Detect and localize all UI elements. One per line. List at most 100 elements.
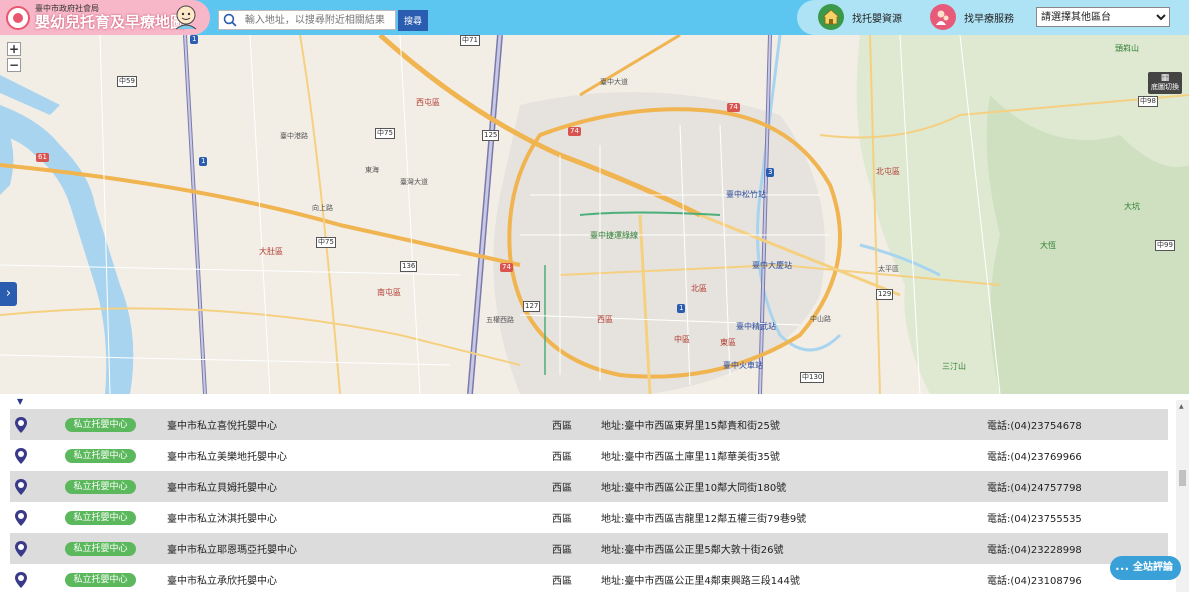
map-label-dakeng: 大坑 <box>1124 202 1140 211</box>
search-button[interactable]: 搜尋 <box>398 10 428 31</box>
center-name: 臺中市私立喜悅托嬰中心 <box>167 421 277 432</box>
early-intervention-link[interactable]: 找早療服務 <box>930 4 1014 30</box>
route-shield-icon: 1 <box>190 35 199 44</box>
center-name: 臺中市私立貝姆托嬰中心 <box>167 483 277 494</box>
map-label-taichung-blvd: 臺中大道 <box>600 78 628 86</box>
map-label-zhong: 中區 <box>674 335 690 344</box>
type-badge: 私立托嬰中心 <box>65 480 136 494</box>
sidebar-toggle-button[interactable]: › <box>0 282 17 306</box>
map-label-nantun: 南屯區 <box>377 288 401 297</box>
scroll-up-arrow-icon[interactable]: ▲ <box>1179 403 1184 410</box>
zoom-out-button[interactable]: − <box>7 58 21 72</box>
basemap-switch-button[interactable]: ▦ 底圖切換 <box>1148 72 1182 94</box>
type-badge: 私立托嬰中心 <box>65 542 136 556</box>
list-item[interactable]: 私立托嬰中心 臺中市私立承欣托嬰中心 西區 地址:臺中市西區公正里4鄰東興路三段… <box>10 564 1168 592</box>
mother-child-icon <box>930 4 956 30</box>
district: 西區 <box>552 483 572 494</box>
list-item[interactable]: 私立托嬰中心 臺中市私立美樂地托嬰中心 西區 地址:臺中市西區土庫里11鄰華美街… <box>10 440 1168 471</box>
type-badge: 私立托嬰中心 <box>65 418 136 432</box>
route-shield-icon: 74 <box>568 127 581 136</box>
layers-icon: ▦ <box>1160 73 1170 83</box>
early-intervention-label: 找早療服務 <box>964 13 1014 25</box>
phone: 電話:(04)24757798 <box>987 483 1082 494</box>
map-view[interactable]: + − › ▦ 底圖切換 西屯區 大肚區 南屯區 西區 北區 中區 東區 北屯區… <box>0 35 1189 394</box>
map-label-taiping: 太平區 <box>878 265 899 273</box>
search-icon <box>223 13 237 27</box>
location-pin-icon <box>15 541 27 557</box>
site-feedback-label: 全站評論 <box>1133 562 1173 573</box>
zoom-in-button[interactable]: + <box>7 42 21 56</box>
route-shield-icon: 中130 <box>800 372 825 383</box>
map-label-zhongshan-rd: 中山路 <box>810 315 831 323</box>
map-label-xi: 西區 <box>597 315 613 324</box>
map-label-dadu: 大肚區 <box>259 247 283 256</box>
map-label-taichung-port-rd: 臺中港路 <box>280 132 308 140</box>
route-shield-icon: 中98 <box>1138 96 1158 107</box>
list-item[interactable]: 私立托嬰中心 臺中市私立貝姆托嬰中心 西區 地址:臺中市西區公正里10鄰大同街1… <box>10 471 1168 502</box>
route-shield-icon: 61 <box>36 153 49 162</box>
list-item[interactable]: 私立托嬰中心 臺中市私立喜悅托嬰中心 西區 地址:臺中市西區東昇里15鄰貴和街2… <box>10 409 1168 440</box>
child-mascot-icon <box>175 5 197 30</box>
map-label-donghai: 東海 <box>365 166 379 174</box>
address: 地址:臺中市西區吉龍里12鄰五權三街79巷9號 <box>601 514 807 525</box>
route-shield-icon: 129 <box>876 289 894 300</box>
district: 西區 <box>552 452 572 463</box>
area-select-dropdown[interactable]: 請選擇其他區台 <box>1036 7 1170 27</box>
center-name: 臺中市私立美樂地托嬰中心 <box>167 452 287 463</box>
map-label-wuquan-w-rd: 五權西路 <box>486 316 514 324</box>
map-label-jingwu-station: 臺中精武站 <box>736 322 776 331</box>
collapse-triangle-icon[interactable]: ▼ <box>17 397 23 406</box>
search-box <box>218 10 396 30</box>
district: 西區 <box>552 576 572 587</box>
chat-dots-icon: ••• <box>1115 565 1130 574</box>
location-pin-icon <box>15 510 27 526</box>
site-logo[interactable]: 臺中市政府社會局 嬰幼兒托育及早療地圖 <box>0 0 210 35</box>
map-label-daheng: 大恆 <box>1040 241 1056 250</box>
type-badge: 私立托嬰中心 <box>65 573 136 587</box>
location-pin-icon <box>15 417 27 433</box>
list-item[interactable]: 私立托嬰中心 臺中市私立沐淇托嬰中心 西區 地址:臺中市西區吉龍里12鄰五權三街… <box>10 502 1168 533</box>
map-label-santingshan: 三汀山 <box>942 362 966 371</box>
map-label-bei: 北區 <box>691 284 707 293</box>
address-search-input[interactable] <box>242 13 395 27</box>
map-label-toukeshan: 頭嵙山 <box>1115 44 1139 53</box>
address: 地址:臺中市西區公正里5鄰大敦十街26號 <box>601 545 784 556</box>
route-shield-icon: 中75 <box>375 128 395 139</box>
phone: 電話:(04)23769966 <box>987 452 1082 463</box>
map-label-taiwan-blvd: 臺灣大道 <box>400 178 428 186</box>
site-title: 嬰幼兒托育及早療地圖 <box>35 13 186 31</box>
route-shield-icon: 136 <box>400 261 418 272</box>
agency-name: 臺中市政府社會局 <box>35 4 99 13</box>
childcare-service-link[interactable]: 找托嬰資源 <box>818 4 902 30</box>
address: 地址:臺中市西區土庫里11鄰華美街35號 <box>601 452 780 463</box>
results-list: ▼ 私立托嬰中心 臺中市私立喜悅托嬰中心 西區 地址:臺中市西區東昇里15鄰貴和… <box>0 394 1189 592</box>
location-pin-icon <box>15 479 27 495</box>
phone: 電話:(04)23754678 <box>987 421 1082 432</box>
center-name: 臺中市私立耶恩瑪亞托嬰中心 <box>167 545 297 556</box>
center-name: 臺中市私立承欣托嬰中心 <box>167 576 277 587</box>
scrollbar-thumb[interactable] <box>1179 470 1186 486</box>
route-shield-icon: 中59 <box>117 76 137 87</box>
route-shield-icon: 127 <box>523 301 541 312</box>
phone: 電話:(04)23755535 <box>987 514 1082 525</box>
type-badge: 私立托嬰中心 <box>65 511 136 525</box>
list-item[interactable]: 私立托嬰中心 臺中市私立耶恩瑪亞托嬰中心 西區 地址:臺中市西區公正里5鄰大敦十… <box>10 533 1168 564</box>
childcare-service-label: 找托嬰資源 <box>852 13 902 25</box>
route-shield-icon: 中99 <box>1155 240 1175 251</box>
type-badge: 私立托嬰中心 <box>65 449 136 463</box>
phone: 電話:(04)23108796 <box>987 576 1082 587</box>
house-icon <box>818 4 844 30</box>
top-header: 臺中市政府社會局 嬰幼兒托育及早療地圖 搜尋 找托嬰資源 <box>0 0 1189 35</box>
route-shield-icon: 125 <box>482 130 500 141</box>
route-shield-icon: 74 <box>500 263 513 272</box>
route-shield-icon: 1 <box>677 304 686 313</box>
address: 地址:臺中市西區公正里4鄰東興路三段144號 <box>601 576 800 587</box>
route-shield-icon: 74 <box>727 103 740 112</box>
city-seal-icon <box>6 5 30 30</box>
address: 地址:臺中市西區東昇里15鄰貴和街25號 <box>601 421 780 432</box>
basemap-switch-label: 底圖切換 <box>1151 83 1179 91</box>
map-label-songzhu-station: 臺中松竹站 <box>726 190 766 199</box>
map-label-beitun: 北屯區 <box>876 167 900 176</box>
district: 西區 <box>552 545 572 556</box>
district: 西區 <box>552 421 572 432</box>
